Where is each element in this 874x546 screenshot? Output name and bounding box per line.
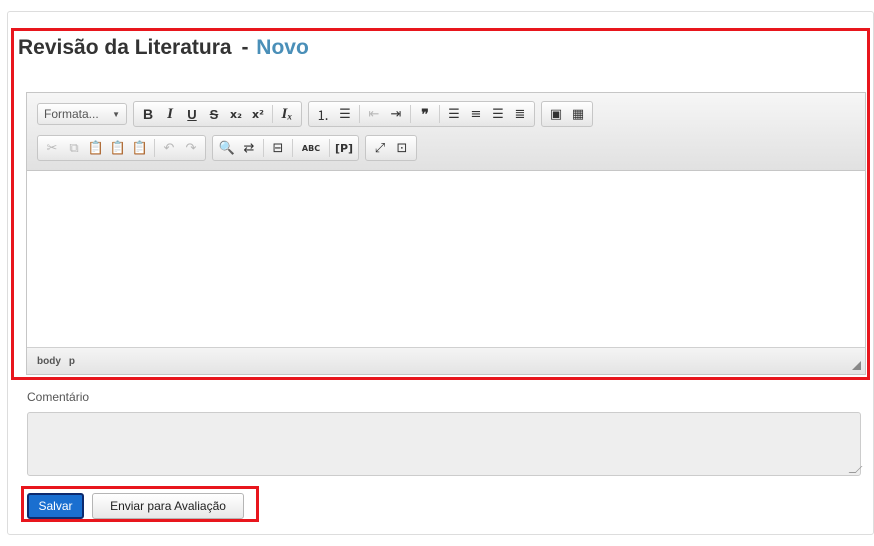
toolbar-divider [154,139,155,157]
align-left-icon[interactable]: ☰ [444,104,464,124]
chevron-down-icon: ▼ [112,109,120,119]
comment-label: Comentário [27,390,90,404]
superscript-icon[interactable]: x² [248,104,268,124]
submit-for-review-button[interactable]: Enviar para Avaliação [92,493,244,519]
redo-icon[interactable]: ↷ [181,138,201,158]
italic-icon[interactable]: I [160,104,180,124]
toolbar-divider [439,105,440,123]
underline-icon[interactable]: U [182,104,202,124]
justify-icon[interactable]: ≣ [510,104,530,124]
cut-icon[interactable]: ✂ [42,138,62,158]
toolbar-divider [292,139,293,157]
page-title: Revisão da Literatura - Novo [18,36,309,60]
source-icon[interactable]: ⊡ [392,138,412,158]
editor-statusbar: body p [27,347,865,374]
editor-toolbar: Formata... ▼ B I U S x₂ x² Iₓ ⒈ ☰ ⇤ ⇥ ❞ [27,93,865,171]
toolbar-divider [263,139,264,157]
editing-group: 🔍 ⇄ ⊟ ABC [P] [212,135,359,161]
bulleted-list-icon[interactable]: ☰ [335,104,355,124]
paste-text-icon[interactable]: 📋 [108,138,128,158]
basic-styles-group: B I U S x₂ x² Iₓ [133,101,302,127]
image-icon[interactable]: ▣ [546,104,566,124]
clipboard-group: ✂ ⧉ 📋 📋 📋 ↶ ↷ [37,135,206,161]
element-path-body[interactable]: body [37,356,61,367]
editor-content-area[interactable] [27,171,865,348]
view-group: ⤢ ⊡ [365,135,417,161]
copy-icon[interactable]: ⧉ [64,138,84,158]
spellcheck-icon[interactable]: ABC [297,138,325,158]
subscript-icon[interactable]: x₂ [226,104,246,124]
format-dropdown-label: Formata... [44,107,99,121]
toolbar-divider [329,139,330,157]
rich-text-editor: Formata... ▼ B I U S x₂ x² Iₓ ⒈ ☰ ⇤ ⇥ ❞ [26,92,866,375]
table-icon[interactable]: ▦ [568,104,588,124]
toolbar-row-2: ✂ ⧉ 📋 📋 📋 ↶ ↷ 🔍 ⇄ ⊟ ABC [P] ⤢ ⊡ [37,135,423,161]
toolbar-divider [272,105,273,123]
show-blocks-icon[interactable]: [P] [334,138,354,158]
page-title-text: Revisão da Literatura [18,36,232,59]
element-path-p[interactable]: p [69,356,75,367]
toolbar-row-1: Formata... ▼ B I U S x₂ x² Iₓ ⒈ ☰ ⇤ ⇥ ❞ [37,101,599,127]
page-break-icon[interactable]: ⊟ [268,138,288,158]
remove-format-icon[interactable]: Iₓ [277,104,297,124]
format-dropdown[interactable]: Formata... ▼ [37,103,127,125]
strikethrough-icon[interactable]: S [204,104,224,124]
toolbar-divider [410,105,411,123]
find-icon[interactable]: 🔍 [217,138,237,158]
status-label: Novo [256,36,309,59]
maximize-icon[interactable]: ⤢ [370,138,390,158]
blockquote-icon[interactable]: ❞ [415,104,435,124]
toolbar-divider [359,105,360,123]
title-separator: - [241,36,249,59]
outdent-icon[interactable]: ⇤ [364,104,384,124]
undo-icon[interactable]: ↶ [159,138,179,158]
numbered-list-icon[interactable]: ⒈ [313,104,333,124]
insert-group: ▣ ▦ [541,101,593,127]
paragraph-group: ⒈ ☰ ⇤ ⇥ ❞ ☰ ≡ ☰ ≣ [308,101,535,127]
comment-textarea[interactable] [27,412,861,476]
paste-word-icon[interactable]: 📋 [130,138,150,158]
paste-icon[interactable]: 📋 [86,138,106,158]
resize-handle-icon[interactable] [852,361,861,370]
save-button[interactable]: Salvar [27,493,84,519]
bold-icon[interactable]: B [138,104,158,124]
replace-icon[interactable]: ⇄ [239,138,259,158]
align-center-icon[interactable]: ≡ [466,104,486,124]
align-right-icon[interactable]: ☰ [488,104,508,124]
indent-icon[interactable]: ⇥ [386,104,406,124]
